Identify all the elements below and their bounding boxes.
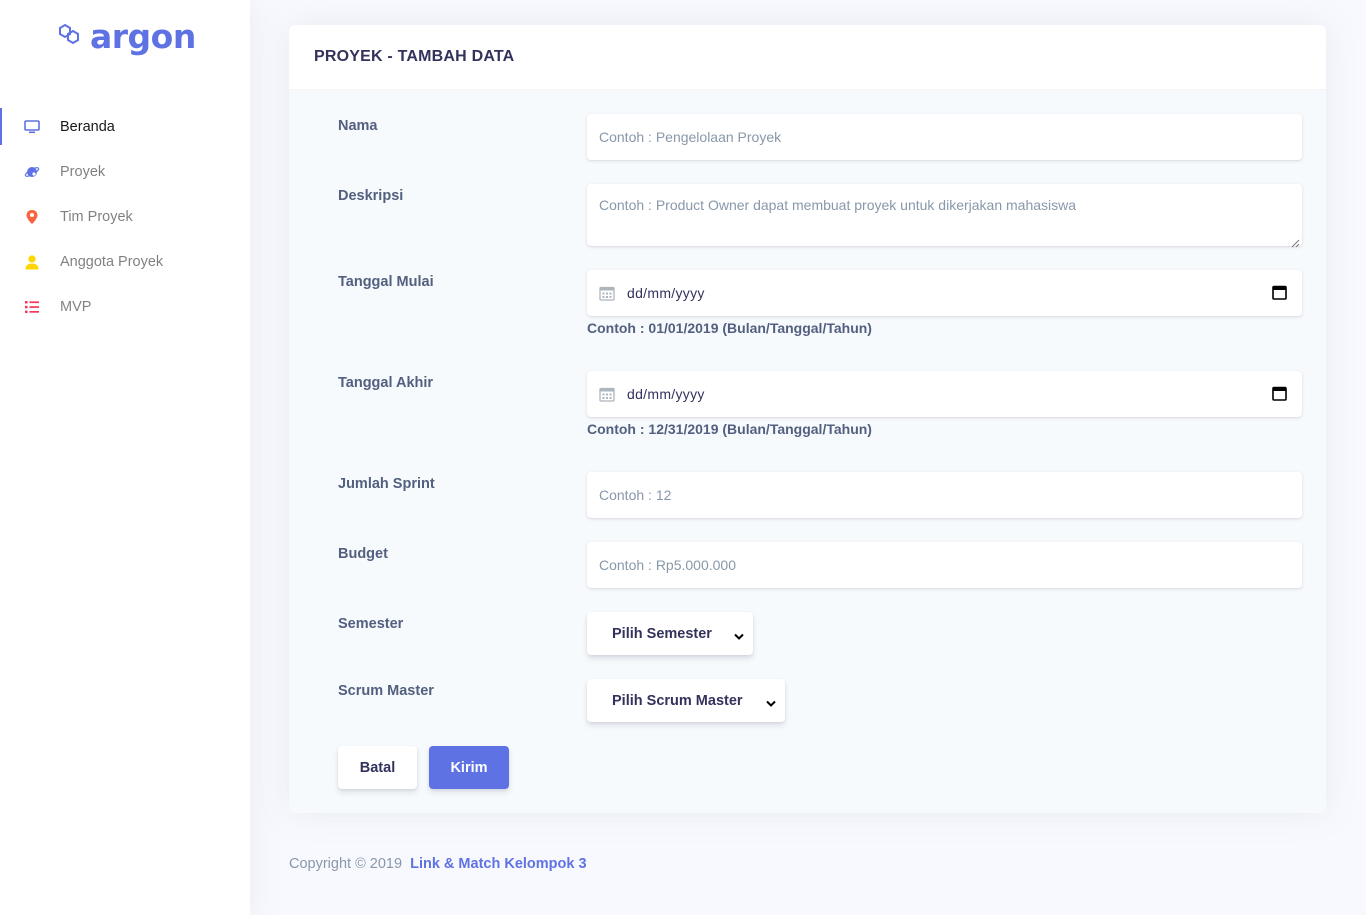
user-icon (23, 253, 41, 271)
deskripsi-textarea[interactable]: Contoh : Product Owner dapat membuat pro… (587, 184, 1302, 248)
date-picker-icon[interactable] (1272, 386, 1287, 404)
semester-selected: Pilih Semester (612, 625, 712, 642)
sidebar-item-tim-proyek[interactable]: Tim Proyek (0, 194, 250, 239)
tanggal-akhir-input[interactable]: dd/mm/yyyy (587, 371, 1302, 417)
list-icon (23, 298, 41, 316)
budget-label: Budget (338, 546, 388, 562)
calendar-icon (599, 285, 615, 301)
copyright-text: Copyright © 2019 (289, 856, 403, 872)
tanggal-akhir-hint: Contoh : 12/31/2019 (Bulan/Tanggal/Tahun… (587, 421, 872, 437)
hexagons-logo-icon (56, 21, 82, 52)
sidebar-item-label: MVP (60, 298, 92, 315)
footer: Copyright © 2019 Link & Match Kelompok 3 (289, 856, 587, 872)
resize-grip-icon[interactable] (1291, 235, 1300, 248)
card-header: PROYEK - TAMBAH DATA (289, 25, 1326, 90)
tanggal-akhir-value: dd/mm/yyyy (627, 386, 705, 402)
sidebar-item-label: Proyek (60, 163, 106, 180)
tanggal-mulai-label: Tanggal Mulai (338, 274, 434, 290)
footer-link[interactable]: Link & Match Kelompok 3 (410, 856, 586, 872)
semester-label: Semester (338, 616, 404, 632)
tanggal-mulai-input[interactable]: dd/mm/yyyy (587, 270, 1302, 316)
tanggal-akhir-label: Tanggal Akhir (338, 375, 434, 391)
deskripsi-placeholder: Contoh : Product Owner dapat membuat pro… (599, 197, 1077, 213)
sidebar-item-label: Tim Proyek (60, 208, 133, 225)
semester-select[interactable]: Pilih Semester (587, 612, 753, 655)
tv-icon (23, 118, 41, 136)
budget-input[interactable]: Contoh : Rp5.000.000 (587, 542, 1302, 588)
nama-input[interactable]: Contoh : Pengelolaan Proyek (587, 114, 1302, 160)
brand-logo[interactable]: argon (56, 16, 196, 56)
sidebar-nav: Beranda Proyek Tim Proyek Anggota Proyek… (0, 104, 250, 329)
budget-placeholder: Contoh : Rp5.000.000 (599, 557, 736, 573)
calendar-icon (599, 386, 615, 402)
jumlah-sprint-label: Jumlah Sprint (338, 476, 435, 492)
date-picker-icon[interactable] (1272, 285, 1287, 303)
pin-icon (23, 208, 41, 226)
jumlah-sprint-placeholder: Contoh : 12 (599, 487, 672, 503)
chevron-down-icon (734, 629, 744, 645)
tanggal-mulai-value: dd/mm/yyyy (627, 285, 705, 301)
chevron-down-icon (766, 696, 776, 712)
scrum-master-label: Scrum Master (338, 683, 434, 699)
nama-placeholder: Contoh : Pengelolaan Proyek (599, 129, 782, 145)
planet-icon (23, 163, 41, 181)
sidebar-item-label: Beranda (60, 118, 115, 135)
sidebar: argon Beranda Proyek Tim Proyek Anggota … (0, 0, 250, 915)
sidebar-item-label: Anggota Proyek (60, 253, 164, 270)
nama-label: Nama (338, 118, 378, 134)
scrum-master-select[interactable]: Pilih Scrum Master (587, 679, 785, 722)
scrum-master-selected: Pilih Scrum Master (612, 692, 743, 709)
sidebar-item-mvp[interactable]: MVP (0, 284, 250, 329)
brand-name: argon (90, 16, 196, 56)
page-title: PROYEK - TAMBAH DATA (314, 48, 515, 65)
deskripsi-label: Deskripsi (338, 188, 404, 204)
sidebar-item-anggota-proyek[interactable]: Anggota Proyek (0, 239, 250, 284)
sidebar-item-proyek[interactable]: Proyek (0, 149, 250, 194)
jumlah-sprint-input[interactable]: Contoh : 12 (587, 472, 1302, 518)
submit-button[interactable]: Kirim (429, 746, 509, 789)
tanggal-mulai-hint: Contoh : 01/01/2019 (Bulan/Tanggal/Tahun… (587, 320, 872, 336)
sidebar-item-beranda[interactable]: Beranda (0, 104, 250, 149)
cancel-button[interactable]: Batal (338, 746, 417, 789)
